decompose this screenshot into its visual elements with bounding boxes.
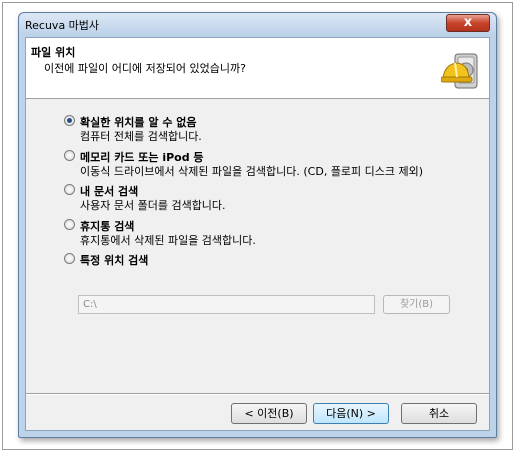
cancel-button[interactable]: 취소 <box>401 403 477 424</box>
recuva-wizard-window: Recuva 마법사 x 파일 위치 이전에 파일이 어디에 저장되어 있었습니… <box>18 12 497 438</box>
option-description: 휴지통에서 삭제된 파일을 검색합니다. <box>80 234 256 247</box>
hardhat-drive-icon <box>441 53 478 89</box>
radio-unknown-location[interactable] <box>64 115 75 126</box>
radio-my-documents[interactable] <box>64 184 75 195</box>
option-description: 사용자 문서 폴더를 검색합니다. <box>80 199 226 212</box>
window-title: Recuva 마법사 <box>25 19 100 32</box>
radio-specific-location[interactable] <box>64 253 75 264</box>
option-description: 컴퓨터 전체를 검색합니다. <box>80 130 202 143</box>
radio-memory-card[interactable] <box>64 150 75 161</box>
browse-button[interactable]: 찾기(B) <box>383 295 450 314</box>
wizard-header: 파일 위치 이전에 파일이 어디에 저장되어 있었습니까? <box>26 38 489 99</box>
radio-recycle-bin[interactable] <box>64 219 75 230</box>
location-path-input[interactable]: C:\ <box>78 295 375 314</box>
close-icon: x <box>463 15 473 30</box>
page-title: 파일 위치 <box>31 46 76 59</box>
option-description: 이동식 드라이브에서 삭제된 파일을 검색합니다. (CD, 플로피 디스크 제… <box>80 165 424 178</box>
footer-divider <box>26 393 489 395</box>
close-button[interactable]: x <box>446 14 490 32</box>
page-subtitle: 이전에 파일이 어디에 저장되어 있었습니까? <box>44 62 246 75</box>
title-bar[interactable]: Recuva 마법사 x <box>19 13 496 35</box>
back-button[interactable]: < 이전(B) <box>231 403 307 424</box>
next-button[interactable]: 다음(N) > <box>313 403 389 424</box>
option-label: 특정 위치 검색 <box>80 254 149 267</box>
wizard-body: 파일 위치 이전에 파일이 어디에 저장되어 있었습니까? 확실한 위치를 알 … <box>25 37 490 431</box>
